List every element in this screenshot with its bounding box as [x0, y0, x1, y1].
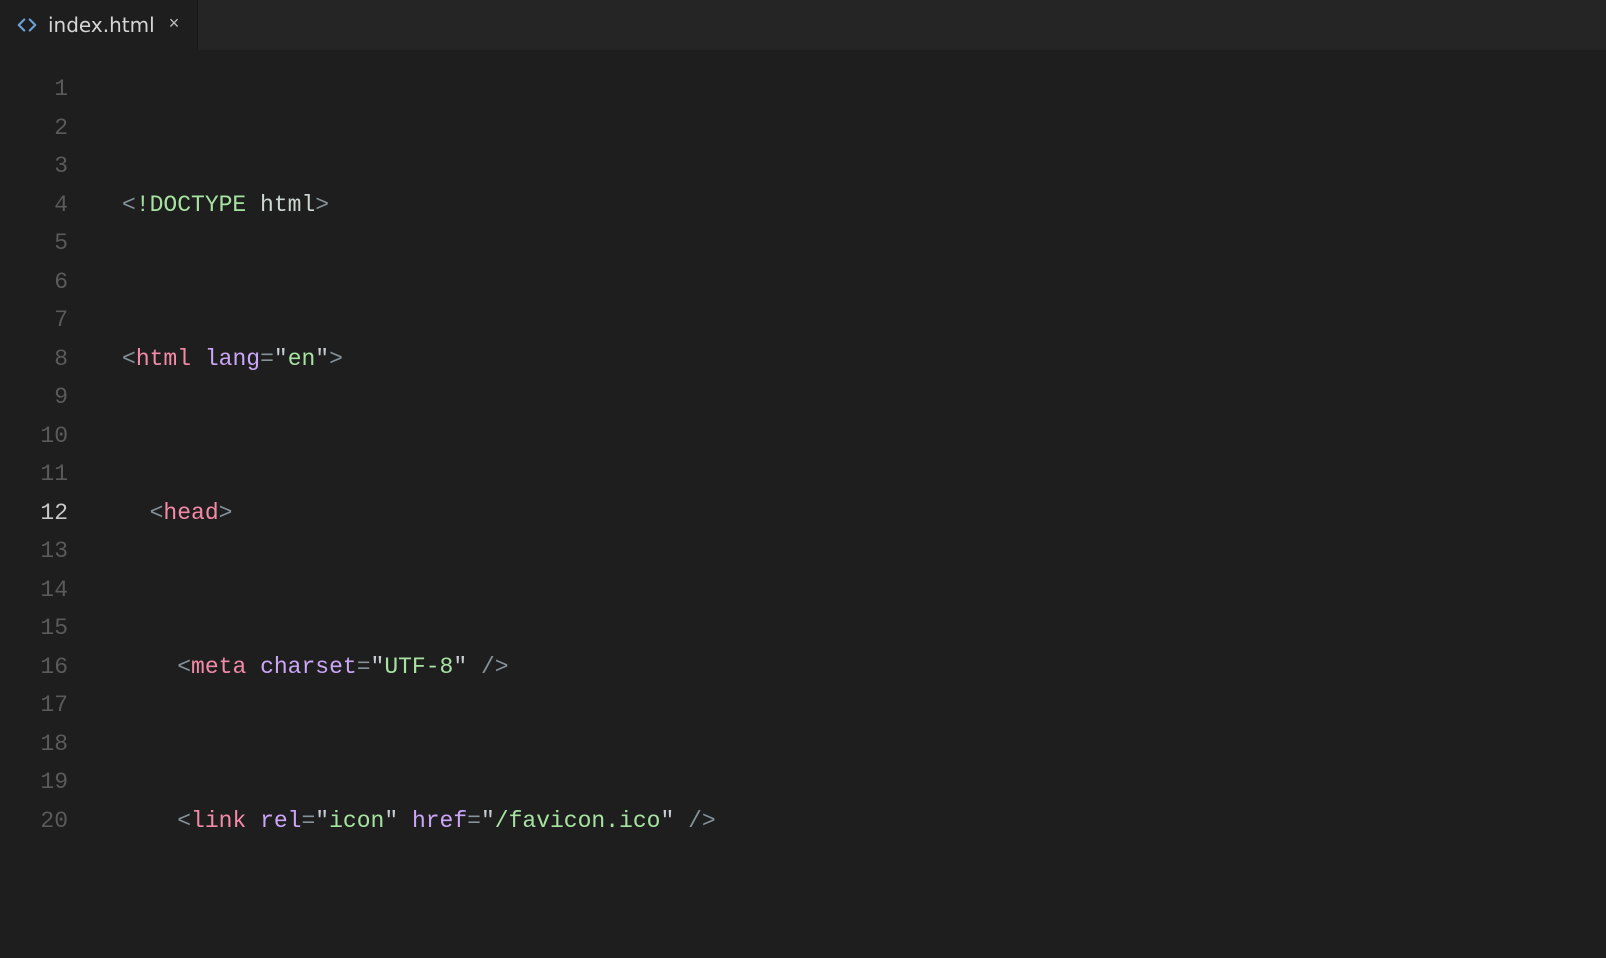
- line-number: 12: [0, 494, 94, 533]
- line-number: 2: [0, 109, 94, 148]
- close-icon[interactable]: ×: [165, 13, 184, 37]
- line-number: 3: [0, 147, 94, 186]
- line-number: 7: [0, 301, 94, 340]
- code-line[interactable]: <link rel="icon" href="/favicon.ico" />: [94, 802, 1606, 841]
- tab-bar: index.html ×: [0, 0, 1606, 50]
- angle-brackets-icon: [16, 14, 38, 36]
- line-number: 17: [0, 686, 94, 725]
- line-number: 5: [0, 224, 94, 263]
- line-number: 8: [0, 340, 94, 379]
- line-number: 16: [0, 648, 94, 687]
- line-number: 20: [0, 802, 94, 841]
- line-number: 10: [0, 417, 94, 456]
- code-line[interactable]: <head>: [94, 494, 1606, 533]
- line-number: 15: [0, 609, 94, 648]
- line-number: 9: [0, 378, 94, 417]
- file-tab[interactable]: index.html ×: [0, 0, 198, 50]
- line-number: 6: [0, 263, 94, 302]
- line-number: 11: [0, 455, 94, 494]
- line-number: 19: [0, 763, 94, 802]
- line-number: 13: [0, 532, 94, 571]
- tab-filename: index.html: [48, 13, 155, 37]
- line-number: 18: [0, 725, 94, 764]
- code-editor[interactable]: 1234567891011121314151617181920 <!DOCTYP…: [0, 50, 1606, 958]
- line-number: 14: [0, 571, 94, 610]
- code-line[interactable]: <!DOCTYPE html>: [94, 186, 1606, 225]
- code-area[interactable]: <!DOCTYPE html> <html lang="en"> <head> …: [94, 50, 1606, 958]
- line-number: 1: [0, 70, 94, 109]
- line-number: 4: [0, 186, 94, 225]
- code-line[interactable]: <meta charset="UTF-8" />: [94, 648, 1606, 687]
- code-line[interactable]: <html lang="en">: [94, 340, 1606, 379]
- line-number-gutter: 1234567891011121314151617181920: [0, 50, 94, 958]
